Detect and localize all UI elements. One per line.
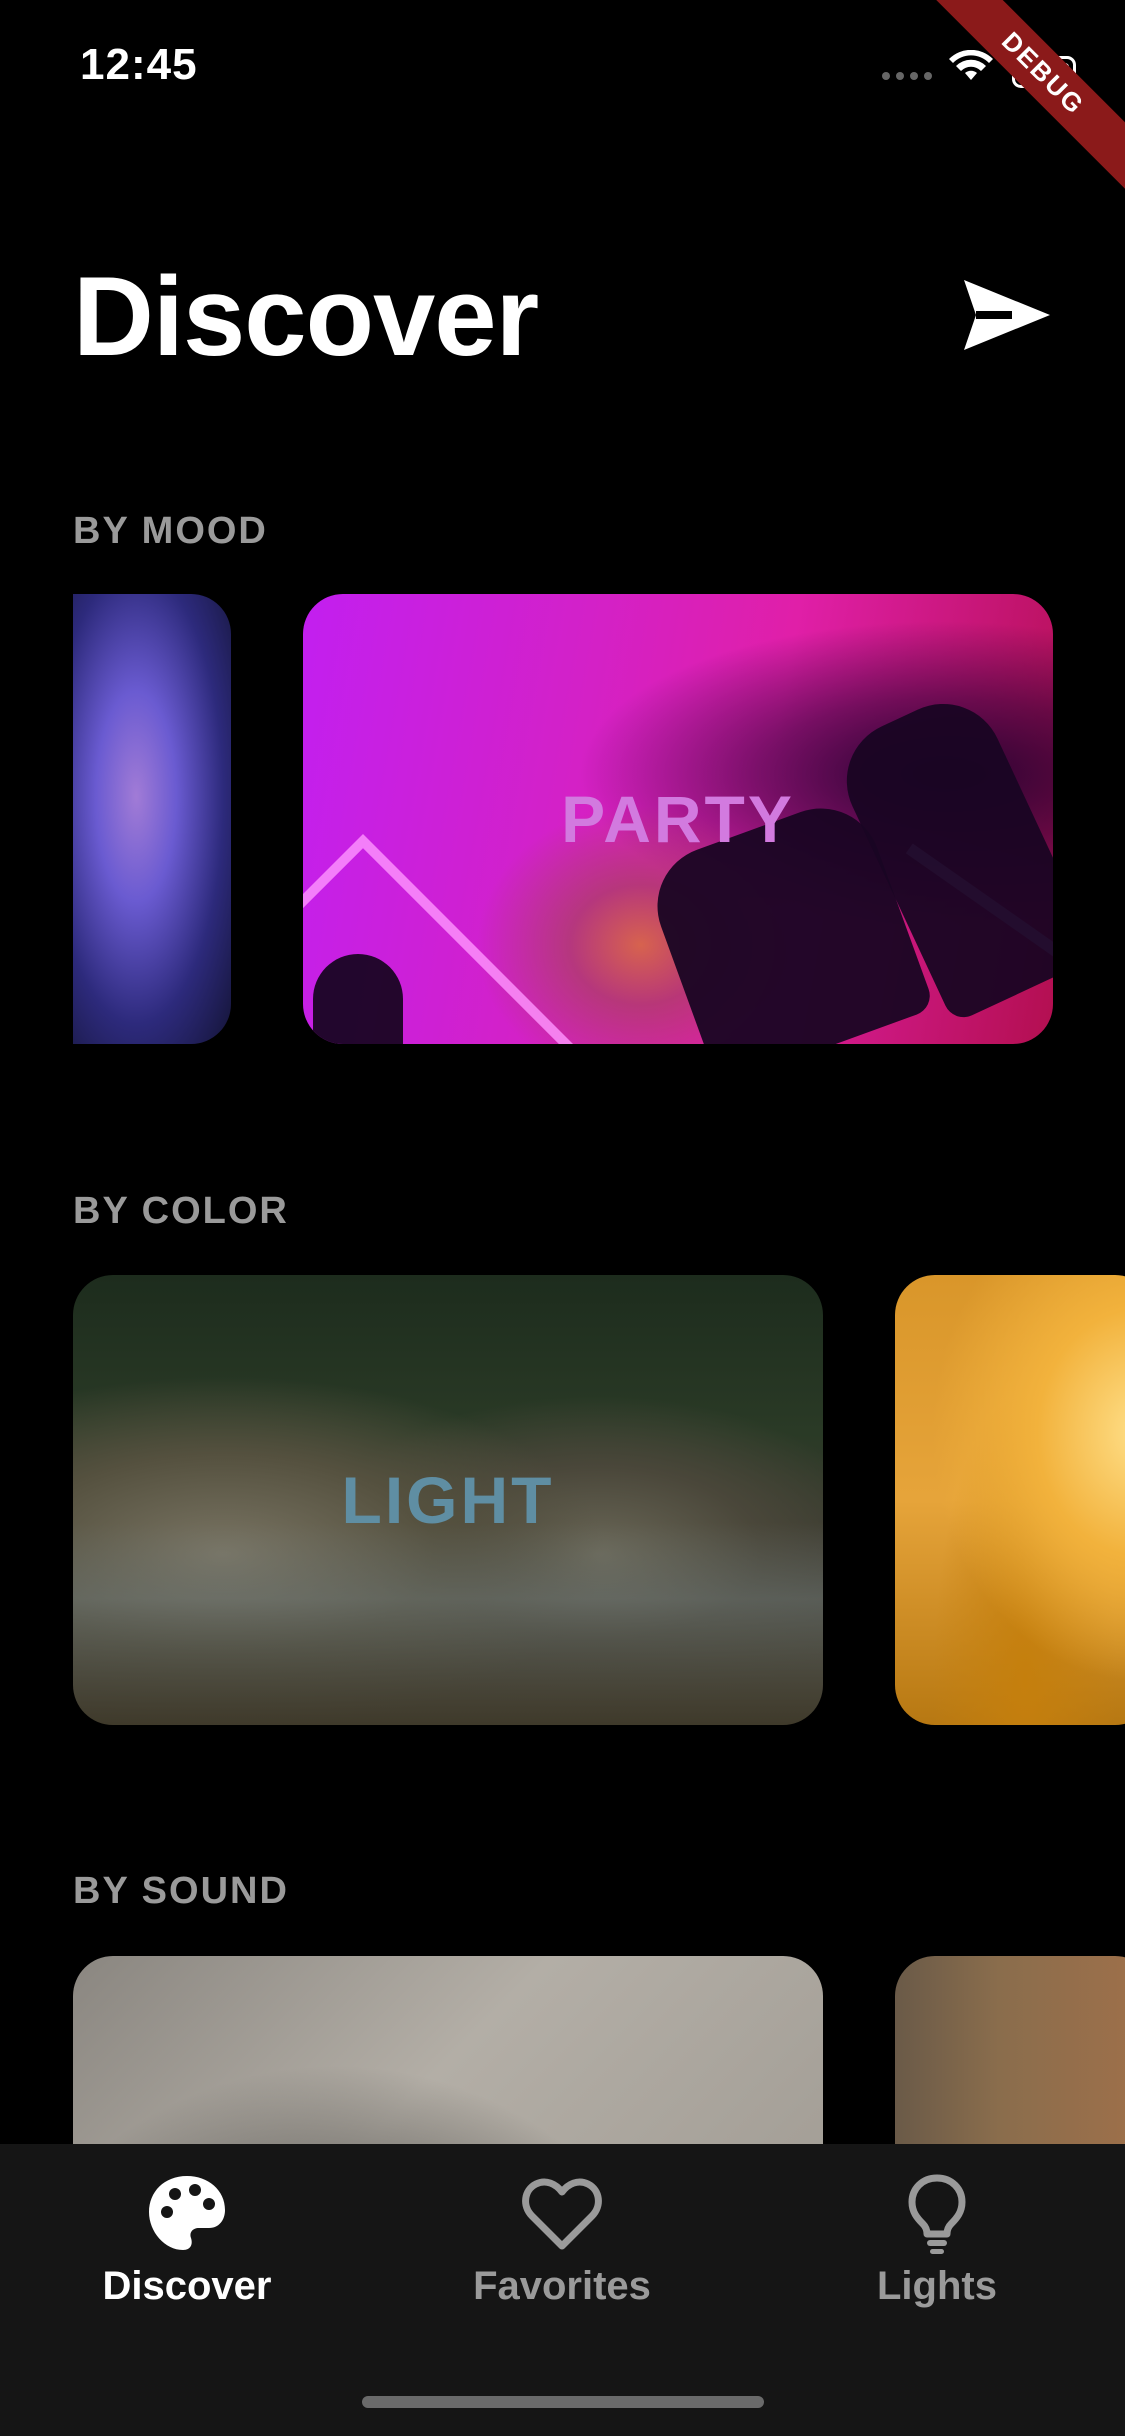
section-label-mood: BY MOOD	[73, 510, 268, 552]
tab-label-lights: Lights	[877, 2264, 997, 2308]
wifi-icon	[949, 50, 993, 80]
card-title-party: PARTY	[561, 782, 795, 856]
section-label-sound: BY SOUND	[73, 1870, 289, 1912]
tab-bar: Discover Favorites Lights	[0, 2144, 1125, 2436]
mood-card-previous[interactable]	[73, 594, 231, 1044]
tab-favorites[interactable]: Favorites	[432, 2172, 692, 2309]
color-card-sunset[interactable]	[895, 1275, 1125, 1725]
tab-lights[interactable]: Lights	[807, 2172, 1067, 2309]
color-card-light[interactable]: LIGHT	[73, 1275, 823, 1725]
crowd-hand-silhouette	[313, 954, 403, 1044]
mood-card-party[interactable]: PARTY	[303, 594, 1053, 1044]
battery-icon	[1012, 56, 1076, 88]
home-indicator	[362, 2396, 764, 2408]
status-bar: 12:45	[0, 0, 1125, 140]
lightbulb-icon	[908, 2174, 966, 2254]
card-title-light: LIGHT	[341, 1463, 555, 1537]
status-time: 12:45	[80, 40, 198, 89]
tab-label-favorites: Favorites	[473, 2264, 651, 2308]
send-icon[interactable]	[962, 276, 1052, 354]
signal-icon	[882, 72, 932, 80]
heart-icon	[522, 2178, 602, 2250]
tab-discover[interactable]: Discover	[57, 2172, 317, 2309]
page-title: Discover	[73, 254, 539, 379]
section-label-color: BY COLOR	[73, 1190, 289, 1232]
palette-icon	[149, 2176, 225, 2250]
tab-label-discover: Discover	[102, 2264, 272, 2308]
